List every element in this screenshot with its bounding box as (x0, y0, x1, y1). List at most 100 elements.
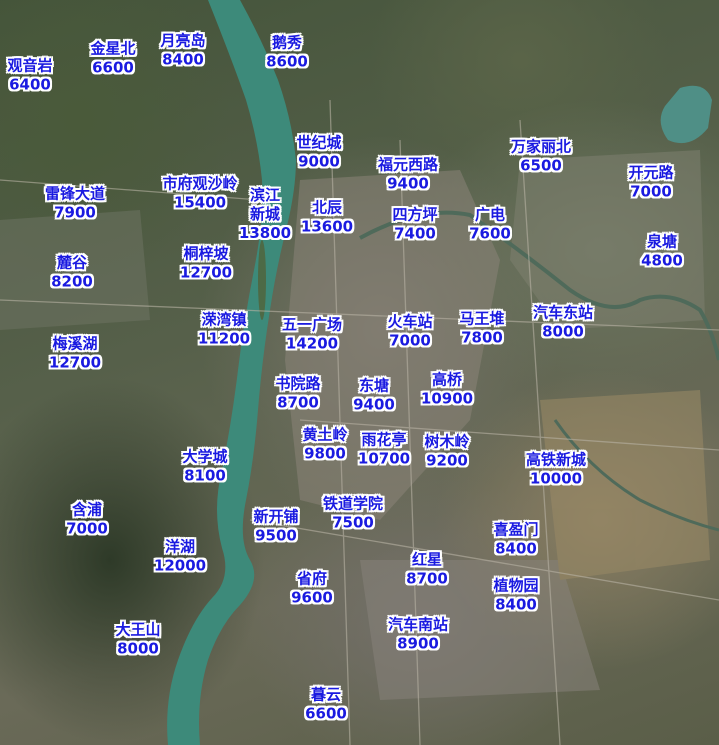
area-name: 汽车东站 (532, 303, 594, 322)
area-price: 11200 (197, 329, 251, 347)
area-price: 6400 (9, 75, 51, 93)
price-label: 观音岩 6400 (7, 56, 52, 94)
price-label: 暮云 6600 (305, 685, 347, 723)
area-name: 福元西路 (377, 155, 439, 174)
area-price: 7000 (389, 331, 431, 349)
area-price: 12000 (153, 556, 207, 574)
price-label: 泉塘 4800 (641, 232, 683, 270)
area-price: 6600 (92, 58, 134, 76)
price-label: 新开铺 9500 (253, 507, 298, 545)
area-name: 大学城 (182, 447, 228, 466)
area-name: 市府观沙岭 (162, 174, 238, 193)
area-name: 开元路 (628, 163, 674, 182)
area-name: 五一广场 (281, 315, 343, 334)
area-price: 4800 (641, 251, 683, 269)
area-price: 9400 (353, 395, 395, 413)
satellite-map[interactable]: 观音岩 6400 金星北 6600 月亮岛 8400 鹅秀 8600 世纪城 9000 福元西路 94… (0, 0, 719, 745)
area-price: 8200 (51, 272, 93, 290)
price-label: 梅溪湖 12700 (49, 334, 101, 372)
area-name: 雨花亭 (361, 430, 407, 449)
area-price: 8400 (162, 50, 204, 68)
area-price: 9500 (255, 526, 297, 544)
area-price: 7000 (630, 182, 672, 200)
price-label: 黄土岭 9800 (302, 425, 347, 463)
area-name: 四方坪 (392, 205, 438, 224)
price-label: 喜盈门 8400 (493, 520, 538, 558)
price-label: 雨花亭 10700 (358, 430, 410, 468)
price-label: 植物园 8400 (493, 576, 538, 614)
price-label: 省府 9600 (291, 569, 333, 607)
price-label: 北辰 13600 (301, 198, 353, 236)
area-name: 雷锋大道 (44, 184, 106, 203)
price-label: 高铁新城 10000 (526, 450, 586, 488)
area-name: 北辰 (311, 198, 342, 217)
area-name: 火车站 (387, 312, 433, 331)
area-name: 喜盈门 (493, 520, 539, 539)
area-name: 滨江 新城 (249, 185, 280, 223)
area-name: 梅溪湖 (52, 334, 98, 353)
area-price: 6600 (305, 704, 347, 722)
lake (660, 85, 712, 144)
terrain-layer (0, 0, 719, 745)
area-price: 7500 (332, 513, 374, 531)
price-label: 世纪城 9000 (296, 133, 341, 171)
area-price: 8900 (397, 634, 439, 652)
area-price: 12700 (48, 353, 102, 371)
price-label: 金星北 6600 (90, 39, 135, 77)
area-price: 13800 (238, 223, 292, 242)
area-price: 8700 (277, 393, 319, 411)
area-name: 桐梓坡 (183, 244, 229, 263)
price-label: 马王堆 7800 (459, 309, 504, 347)
price-label: 大王山 8000 (115, 620, 160, 658)
area-price: 9200 (426, 451, 468, 469)
area-name: 黄土岭 (302, 425, 348, 444)
area-name: 麓谷 (56, 253, 87, 272)
area-price: 8400 (495, 595, 537, 613)
area-name: 汽车南站 (387, 615, 449, 634)
area-price: 7600 (469, 224, 511, 242)
area-price: 6500 (520, 156, 562, 174)
price-label: 万家丽北 6500 (511, 137, 571, 175)
area-name: 书院路 (275, 374, 321, 393)
price-label: 红星 8700 (406, 550, 448, 588)
area-name: 东塘 (358, 376, 389, 395)
area-price: 12700 (179, 263, 233, 281)
area-name: 暮云 (310, 685, 341, 704)
area-name: 泉塘 (646, 232, 677, 251)
price-label: 火车站 7000 (387, 312, 432, 350)
area-price: 8400 (495, 539, 537, 557)
area-name: 金星北 (90, 39, 136, 58)
area-name: 洋湖 (164, 537, 195, 556)
area-name: 广电 (474, 205, 505, 224)
area-price: 8000 (117, 639, 159, 657)
area-name: 月亮岛 (160, 31, 206, 50)
area-price: 9600 (291, 588, 333, 606)
price-label: 树木岭 9200 (424, 432, 469, 470)
area-price: 7900 (54, 203, 96, 221)
price-label: 五一广场 14200 (282, 315, 342, 353)
area-name: 铁道学院 (322, 494, 384, 513)
urban-areas (0, 150, 710, 700)
area-name: 高铁新城 (525, 450, 587, 469)
price-label: 麓谷 8200 (51, 253, 93, 291)
price-label: 汽车南站 8900 (388, 615, 448, 653)
area-price: 9400 (387, 174, 429, 192)
price-label: 铁道学院 7500 (323, 494, 383, 532)
price-label: 月亮岛 8400 (160, 31, 205, 69)
area-price: 10000 (529, 469, 583, 487)
area-name: 大王山 (115, 620, 161, 639)
price-label: 书院路 8700 (275, 374, 320, 412)
price-label: 高桥 10900 (421, 370, 473, 408)
area-price: 8100 (184, 466, 226, 484)
area-name: 植物园 (493, 576, 539, 595)
price-label: 含浦 7000 (66, 500, 108, 538)
river-island (258, 240, 266, 320)
price-label: 桐梓坡 12700 (180, 244, 232, 282)
area-name: 省府 (296, 569, 327, 588)
price-label: 四方坪 7400 (392, 205, 437, 243)
price-label: 洋湖 12000 (154, 537, 206, 575)
area-name: 新开铺 (253, 507, 299, 526)
area-price: 7800 (461, 328, 503, 346)
area-name: 树木岭 (424, 432, 470, 451)
area-name: 观音岩 (7, 56, 53, 75)
